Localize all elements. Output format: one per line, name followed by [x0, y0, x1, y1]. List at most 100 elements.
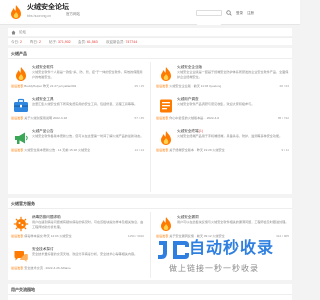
forum-count: 57 / 35 — [134, 116, 144, 120]
stat-yesterday-value: 2 — [38, 40, 41, 44]
forum-stats: 今日: 2 昨日: 2 帖子: 371,902 会员: 61,563 欢迎新会员… — [8, 37, 292, 45]
forum-latest-post[interactable]: 最后发表 你心中最佳的火绒版本是... 2022-4-6 — [156, 116, 219, 120]
latest-post-text[interactable]: 安全技术交流 · 2022-3-26 Aiflame — [24, 266, 71, 270]
forum-name[interactable]: 火绒安全工具 — [32, 97, 54, 101]
forum-count: 9 / 11 — [281, 148, 289, 152]
forum-item[interactable]: 火绒安全终端 (1) 火绒安全终端产品用于手机端终端，具备杀毒、防护、监测等多种… — [153, 126, 291, 158]
forum-item[interactable]: 火绒安全软件 火绒安全软件个人版是一款集"杀、防、管、控"于一体的安全软件，有效… — [8, 62, 146, 94]
forum-latest-post[interactable]: 最后发表 病毒样本提交 昨天 12:03 火绒安全 — [11, 234, 72, 238]
forum-description: 火绒安全软件各版本更新公告，您可以在这里第一时间了解火绒产品的最新动态。 — [32, 134, 144, 138]
stat-yesterday: 昨日: 2 — [30, 40, 41, 44]
section-user-community: 用户交流园地 — [8, 284, 292, 300]
section-header: 用户交流园地 — [8, 284, 292, 295]
site-header: 火绒安全论坛 bbs.huorong.cn 官方网站 登录 注册 — [0, 0, 300, 25]
forum-item[interactable]: 火绒安全工具 这里汇集火绒安全旗下所有免费实用的安全工具，包括修复、清理工具等等… — [8, 94, 146, 126]
latest-label: 最后发表 — [11, 116, 24, 120]
stat-today-label: 今日: — [11, 40, 19, 44]
huorong-flame-icon — [161, 217, 171, 231]
latest-label: 最后发表 — [156, 148, 169, 152]
huorong-flame-icon — [161, 67, 171, 81]
latest-label: 最后发表 — [11, 84, 24, 88]
forum-count: 95 / 722 — [277, 116, 289, 120]
forum-item[interactable]: 病毒防御问题求助 用户在遇到病毒问题或有疑似病毒的情况时，可在该板块提交样本及相… — [8, 212, 146, 244]
search-box — [196, 10, 222, 25]
section-title[interactable]: 火绒产品 — [11, 51, 27, 56]
latest-post-text[interactable]: 关于火绒剑使用说明 2022-3-18 — [24, 116, 67, 120]
watermark-title: 自动秒收录 — [189, 240, 275, 257]
forum-name[interactable]: 病毒防御问题求助 — [32, 215, 61, 219]
forum-latest-post[interactable]: 最后发表 BuddyHelper 昨天 21:27 jerryallan002 — [11, 84, 76, 88]
huorong-logo-icon[interactable] — [8, 4, 24, 20]
forum-count: 25 / 15 — [134, 84, 144, 88]
forum-latest-post[interactable]: 最后发表 关于终端安全版本 · 昨天 19:28 火绒安全 — [156, 148, 225, 152]
virus-help-icon — [13, 216, 29, 232]
stat-posts: 帖子: 371,902 — [49, 40, 71, 44]
forum-latest-post[interactable]: 最后发表 火绒安全版本更新公告 · 14 天前 15:18 火绒安全 — [11, 148, 90, 152]
forum-today-count: (1) — [199, 129, 203, 133]
forum-latest-post[interactable]: 最后发表 火绒安全企业版 · 前天 11:03 liyuelong — [156, 84, 221, 88]
forum-name[interactable]: 火绒产品公告 — [32, 129, 54, 133]
home-icon[interactable] — [11, 30, 16, 35]
register-link[interactable]: 注册 — [247, 11, 254, 15]
forum-latest-post[interactable]: 最后发表 关于火绒剑使用说明 2022-3-18 — [11, 116, 67, 120]
latest-label: 最后发表 — [11, 148, 24, 152]
latest-post-text[interactable]: 你心中最佳的火绒版本是... 2022-4-6 — [169, 116, 219, 120]
forum-latest-post[interactable]: 最后发表 安全技术交流 · 2022-3-26 Aiflame — [11, 266, 71, 270]
latest-post-text[interactable]: 关于终端安全版本 · 昨天 19:28 火绒安全 — [169, 148, 225, 152]
latest-label: 最后发表 — [156, 116, 169, 120]
forum-description: 用户在遇到病毒问题或有疑似病毒的情况时，可在该板块提交样本及相关信息，由工程师协… — [32, 220, 144, 229]
site-title[interactable]: 火绒安全论坛 — [27, 4, 69, 12]
login-link[interactable]: 登录 — [236, 11, 243, 15]
latest-post-text[interactable]: 火绒安全版本更新公告 · 14 天前 15:18 火绒安全 — [24, 148, 90, 152]
forum-description: 火绒安全企业版是一套基于终端安全防护体系所研发的企业安全软件产品，全面保护企业终… — [177, 70, 289, 79]
forum-name[interactable]: 火绒用户调查 — [177, 97, 199, 101]
forum-count: 1150 / 3010 — [127, 234, 144, 238]
latest-post-text[interactable]: 火绒安全企业版 · 前天 11:03 liyuelong — [169, 84, 221, 88]
stat-posts-value: 371,902 — [57, 40, 71, 44]
latest-label: 最后发表 — [11, 266, 24, 270]
latest-post-text[interactable]: BuddyHelper 昨天 21:27 jerryallan002 — [24, 84, 76, 88]
stat-members: 会员: 61,563 — [78, 40, 98, 44]
breadcrumb: 论坛 — [8, 28, 292, 36]
stat-posts-label: 帖子: — [49, 40, 57, 44]
section-title[interactable]: 用户交流园地 — [11, 287, 35, 292]
section-header: 火绒官方服务 — [8, 198, 292, 209]
site-url: bbs.huorong.cn — [27, 14, 52, 18]
stat-members-label: 会员: — [78, 40, 86, 44]
forum-description: 火绒安全软件个人版是一款集"杀、防、管、控"于一体的安全软件，有效的保障用户的电… — [32, 70, 143, 79]
latest-label: 最后发表 — [156, 84, 169, 88]
forum-count: 14 / 14 — [134, 148, 144, 152]
forum-name[interactable]: 火绒安全漏洞 — [177, 215, 199, 219]
latest-label: 最后发表 — [11, 234, 24, 238]
survey-icon — [160, 99, 172, 113]
forum-item[interactable]: 火绒安全企业版 火绒安全企业版是一套基于终端安全防护体系所研发的企业安全软件产品… — [153, 62, 291, 94]
search-icon[interactable] — [226, 10, 232, 16]
breadcrumb-forum[interactable]: 论坛 — [19, 30, 26, 34]
stat-today-value: 2 — [19, 40, 22, 44]
huorong-flame-icon — [161, 131, 171, 145]
forum-description: 用户可以在此板块反馈与火绒安全软件相关的漏洞问题，工程师会及时跟进处理。 — [177, 220, 289, 224]
forum-description: 火绒安全软件产品调研与意见收集，欢迎大家积极参与。 — [177, 102, 255, 106]
stat-newest-member[interactable]: 747744 — [125, 40, 137, 44]
section-title[interactable]: 火绒官方服务 — [11, 201, 35, 206]
forum-name[interactable]: 火绒安全软件 — [32, 65, 54, 69]
search-input[interactable] — [197, 21, 221, 25]
forum-name[interactable]: 安全技术探讨 — [32, 247, 54, 251]
column-divider — [150, 62, 151, 192]
forum-item[interactable]: 安全技术探讨 安全技术爱好者的交流天地，欢迎分享病毒分析、安全技术心得等相关内容… — [8, 244, 146, 276]
forum-name[interactable]: 火绒安全企业版 — [177, 65, 202, 69]
forum-name[interactable]: 火绒安全终端 — [177, 129, 199, 133]
tech-discussion-icon — [14, 251, 28, 262]
column-divider — [150, 212, 151, 278]
official-site-link[interactable]: 官方网站 — [66, 12, 80, 16]
huorong-flame-icon — [16, 67, 26, 81]
forum-item[interactable]: 火绒产品公告 火绒安全软件各版本更新公告，您可以在这里第一时间了解火绒产品的最新… — [8, 126, 146, 158]
section-products: 火绒产品 火绒安全软件 火绒安全软件个人版是一款集"杀、防、管、控"于一体的安全… — [8, 48, 292, 194]
latest-post-text[interactable]: 病毒样本提交 昨天 12:03 火绒安全 — [24, 234, 71, 238]
watermark-subtitle: 做上链接一秒一秒收录 — [169, 264, 259, 273]
watermark: 自动秒收录 做上链接一秒一秒收录 — [155, 237, 295, 277]
forum-item[interactable]: 火绒用户调查 火绒安全软件产品调研与意见收集，欢迎大家积极参与。 最后发表 你心… — [153, 94, 291, 126]
section-header: 火绒产品 — [8, 48, 292, 59]
stat-today: 今日: 2 — [11, 40, 22, 44]
forum-count: 28 / 63 — [279, 84, 289, 88]
